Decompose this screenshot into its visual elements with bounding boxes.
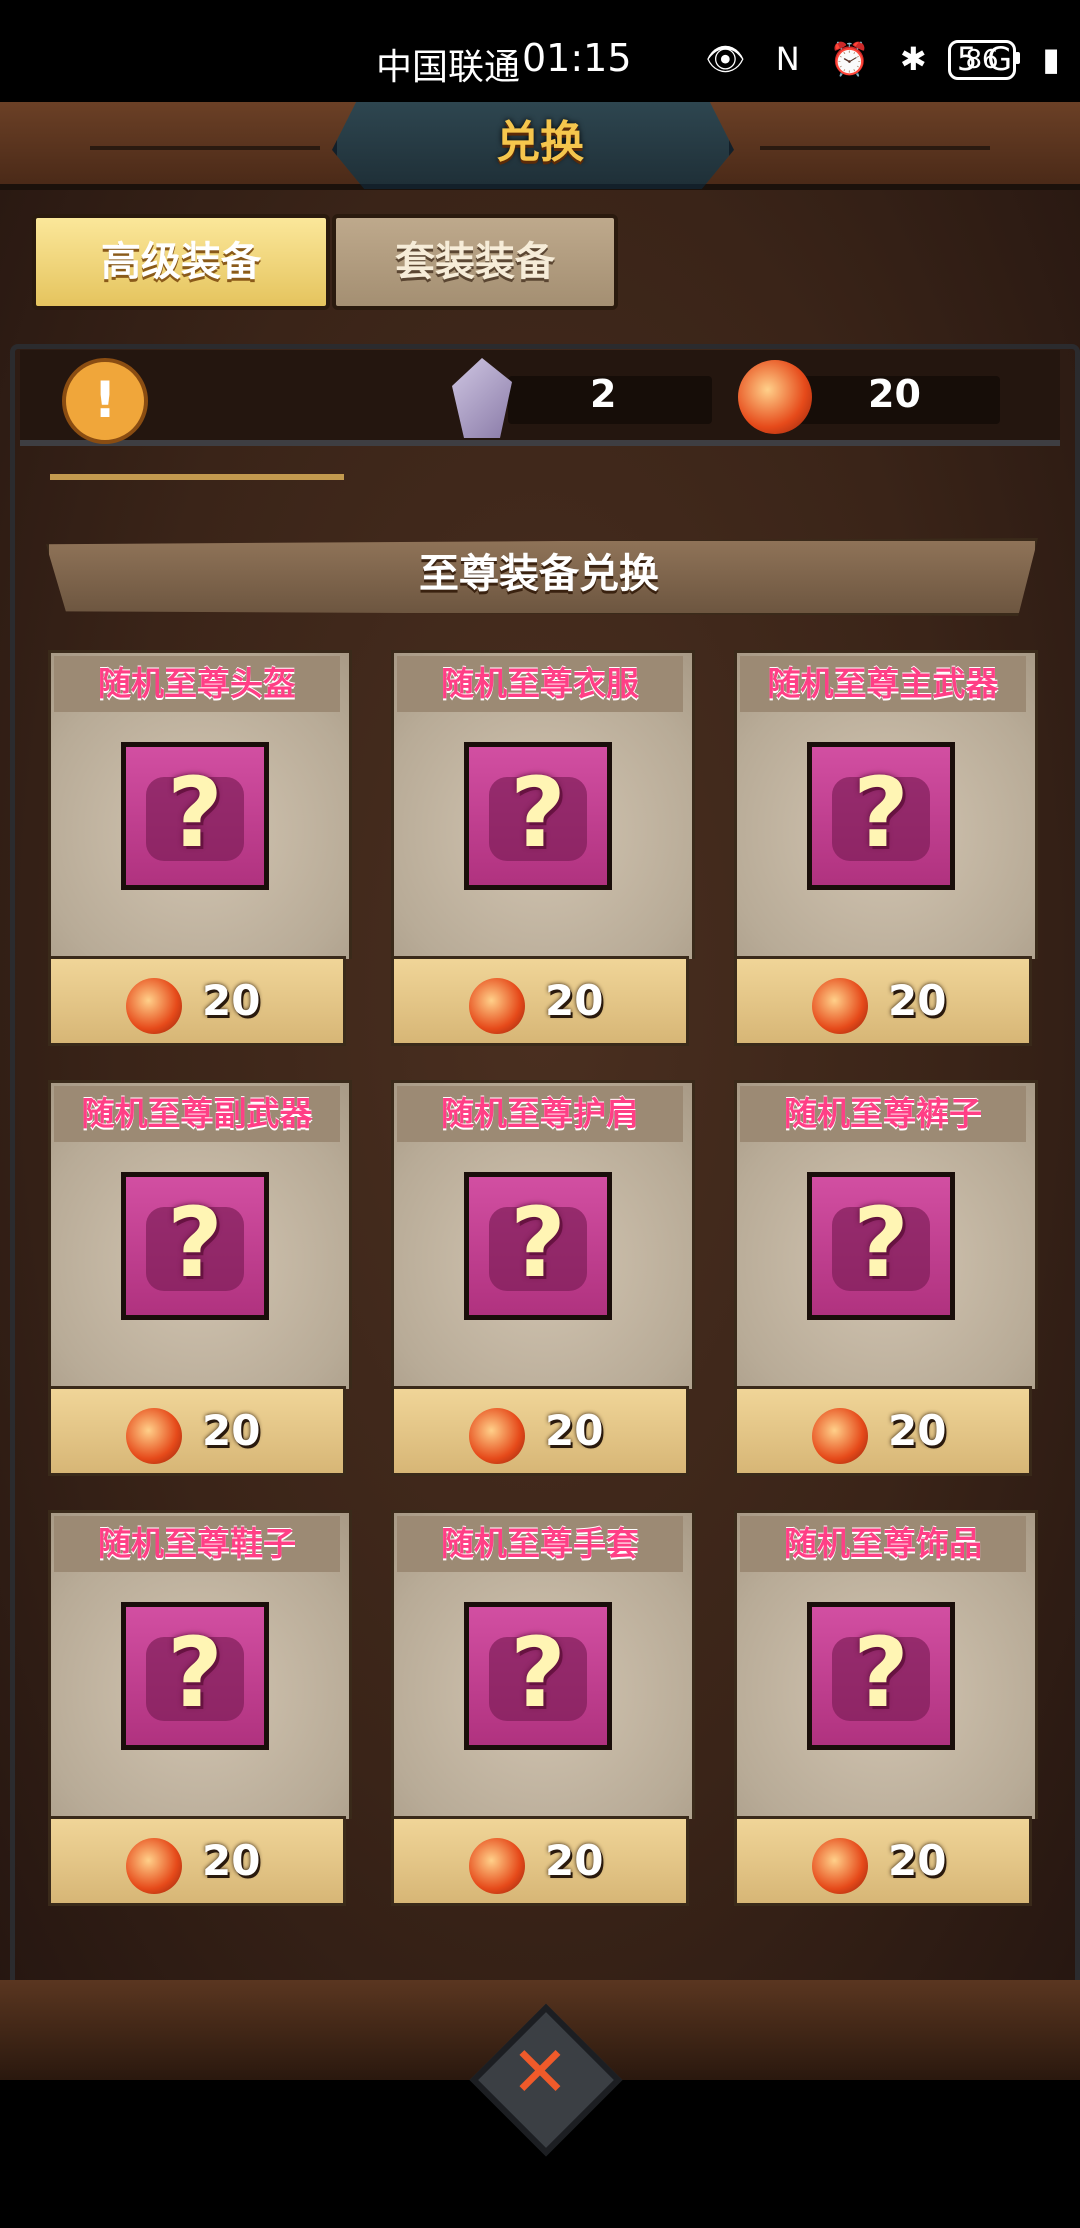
item-card-shoes[interactable]: 随机至尊鞋子 ? 20 bbox=[48, 1510, 352, 1906]
item-card-armor[interactable]: 随机至尊衣服 ? 20 bbox=[391, 650, 695, 1046]
ore-icon bbox=[126, 978, 182, 1034]
item-name: 随机至尊副武器 bbox=[81, 1094, 313, 1133]
price-bar[interactable] bbox=[734, 956, 1032, 1046]
item-price: 20 bbox=[545, 976, 604, 1025]
price-bar[interactable] bbox=[734, 1816, 1032, 1906]
ore-icon bbox=[469, 1408, 525, 1464]
price-bar[interactable] bbox=[48, 1386, 346, 1476]
pants-mystery-icon: ? bbox=[807, 1172, 955, 1320]
item-price: 20 bbox=[888, 1406, 947, 1455]
item-price: 20 bbox=[545, 1406, 604, 1455]
necklace-mystery-icon: ? bbox=[807, 1602, 955, 1750]
item-card-off-weapon[interactable]: 随机至尊副武器 ? 20 bbox=[48, 1080, 352, 1476]
item-card-shoulder[interactable]: 随机至尊护肩 ? 20 bbox=[391, 1080, 695, 1476]
info-alert-icon[interactable]: ! bbox=[62, 358, 148, 444]
tab-advanced-equipment[interactable]: 高级装备 bbox=[32, 214, 330, 310]
item-card-gloves[interactable]: 随机至尊手套 ? 20 bbox=[391, 1510, 695, 1906]
item-price: 20 bbox=[202, 1406, 261, 1455]
glove-mystery-icon: ? bbox=[464, 1602, 612, 1750]
ore-icon bbox=[126, 1838, 182, 1894]
ore-count: 20 bbox=[868, 372, 921, 416]
price-bar[interactable] bbox=[734, 1386, 1032, 1476]
close-icon[interactable]: ✕ bbox=[490, 2022, 590, 2122]
clock: 01:15 bbox=[522, 36, 632, 80]
staff-mystery-icon: ? bbox=[807, 742, 955, 890]
ore-icon bbox=[812, 978, 868, 1034]
page-title: 兑换 bbox=[496, 117, 584, 168]
price-bar[interactable] bbox=[391, 1816, 689, 1906]
ore-icon bbox=[126, 1408, 182, 1464]
price-bar[interactable] bbox=[48, 1816, 346, 1906]
shoulder-mystery-icon: ? bbox=[464, 1172, 612, 1320]
item-price: 20 bbox=[202, 976, 261, 1025]
item-card-helmet[interactable]: 随机至尊头盔 ? 20 bbox=[48, 650, 352, 1046]
carrier-label: 中国联通 bbox=[376, 47, 521, 88]
price-bar[interactable] bbox=[48, 956, 346, 1046]
book-mystery-icon: ? bbox=[121, 1172, 269, 1320]
battery-icon: 86 bbox=[948, 40, 1016, 80]
divider bbox=[50, 474, 344, 480]
item-name: 随机至尊鞋子 bbox=[98, 1524, 296, 1563]
item-card-main-weapon[interactable]: 随机至尊主武器 ? 20 bbox=[734, 650, 1038, 1046]
item-price: 20 bbox=[545, 1836, 604, 1885]
ore-icon bbox=[469, 978, 525, 1034]
item-card-accessory[interactable]: 随机至尊饰品 ? 20 bbox=[734, 1510, 1038, 1906]
item-name: 随机至尊头盔 bbox=[98, 664, 296, 703]
price-bar[interactable] bbox=[391, 956, 689, 1046]
item-price: 20 bbox=[202, 1836, 261, 1885]
item-name: 随机至尊裤子 bbox=[784, 1094, 982, 1133]
armor-mystery-icon: ? bbox=[464, 742, 612, 890]
item-name: 随机至尊衣服 bbox=[441, 664, 639, 703]
item-name: 随机至尊护肩 bbox=[441, 1094, 639, 1133]
battery-tip bbox=[1015, 52, 1020, 64]
item-name: 随机至尊饰品 bbox=[784, 1524, 982, 1563]
crystal-count: 2 bbox=[590, 372, 617, 416]
boot-mystery-icon: ? bbox=[121, 1602, 269, 1750]
item-price: 20 bbox=[888, 1836, 947, 1885]
ore-icon bbox=[812, 1408, 868, 1464]
ore-icon bbox=[812, 1838, 868, 1894]
ore-icon bbox=[738, 360, 812, 434]
ore-icon bbox=[469, 1838, 525, 1894]
item-name: 随机至尊手套 bbox=[441, 1524, 639, 1563]
price-bar[interactable] bbox=[391, 1386, 689, 1476]
section-title: 至尊装备兑换 bbox=[419, 551, 659, 597]
exchange-screen: 兑换 高级装备 套装装备 ! 2 20 至尊装备兑换 随机至尊头盔 ? 20 随… bbox=[0, 102, 1080, 2157]
item-name: 随机至尊主武器 bbox=[767, 664, 999, 703]
tab-set-equipment[interactable]: 套装装备 bbox=[332, 214, 618, 310]
item-price: 20 bbox=[888, 976, 947, 1025]
status-bar: 中国联通 01:15 👁 N ⏰ ✱ 5G ▮ 86 bbox=[0, 0, 1080, 102]
helmet-mystery-icon: ? bbox=[121, 742, 269, 890]
item-card-pants[interactable]: 随机至尊裤子 ? 20 bbox=[734, 1080, 1038, 1476]
